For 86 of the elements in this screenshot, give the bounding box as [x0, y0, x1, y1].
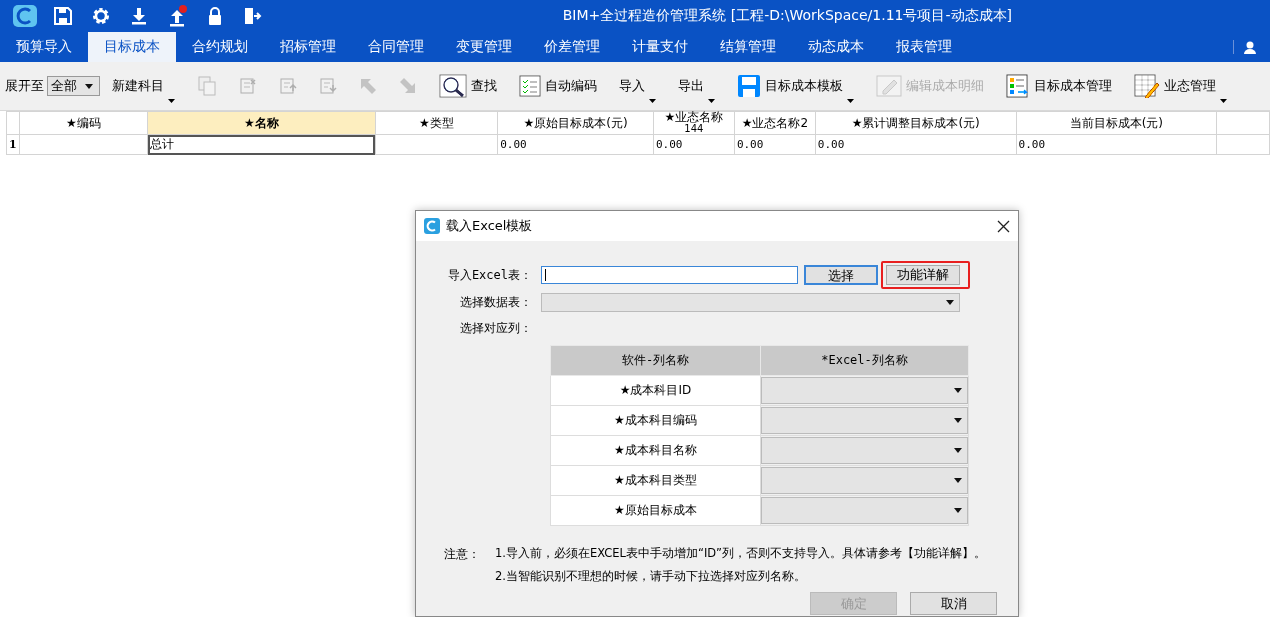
- copy-icon: [197, 76, 217, 96]
- app-logo-icon: [424, 218, 440, 234]
- expand-level-dropdown[interactable]: 全部: [47, 76, 100, 96]
- checklist-icon[interactable]: [519, 75, 541, 97]
- toolbar-button[interactable]: 目标成本管理: [1006, 73, 1112, 99]
- move-up-row-icon: [279, 77, 297, 95]
- save-icon[interactable]: [54, 7, 72, 25]
- settings-icon[interactable]: [91, 6, 111, 26]
- field-label: 导入Excel表：: [446, 266, 533, 284]
- field-label: 选择对应列：: [459, 320, 533, 337]
- move-down-row-icon: [319, 77, 337, 95]
- column-header[interactable]: ★名称: [147, 111, 375, 135]
- exit-icon[interactable]: [243, 7, 263, 25]
- search-icon[interactable]: [439, 74, 467, 98]
- toolbar-button[interactable]: 查找: [439, 73, 497, 99]
- toolbar-button[interactable]: 导入: [619, 73, 656, 99]
- table-cell: 0.00: [653, 134, 735, 155]
- column-header[interactable]: ★类型: [375, 111, 498, 135]
- table-cell: 0.00: [815, 134, 1017, 155]
- lock-icon[interactable]: [207, 7, 223, 25]
- table-cell: ★成本科目编码: [550, 405, 761, 436]
- user-icon[interactable]: [1244, 40, 1256, 54]
- window-title: BIM+全过程造价管理系统 [工程-D:\WorkSpace/1.11号项目-动态成本]: [562, 7, 1012, 25]
- toolbar-button[interactable]: 导出: [678, 73, 715, 99]
- file-path-field[interactable]: [541, 266, 798, 284]
- nav-tab[interactable]: 合同管理: [352, 32, 440, 62]
- row-number: 1: [6, 134, 20, 155]
- table-cell: ★成本科目类型: [550, 465, 761, 496]
- app-logo-icon: [13, 5, 37, 27]
- toolbar-button[interactable]: 业态管理: [1134, 73, 1227, 99]
- close-icon[interactable]: [997, 219, 1010, 233]
- column-header: *Excel-列名称: [760, 345, 969, 376]
- nav-tab[interactable]: 预算导入: [0, 32, 88, 62]
- download-icon[interactable]: [130, 7, 148, 25]
- note-label: 注意：: [444, 546, 480, 563]
- caret-icon: [649, 99, 656, 103]
- dropdown-arrow-icon: [954, 448, 962, 453]
- dropdown-arrow-icon: [954, 418, 962, 423]
- up-left-arrow-icon: [359, 77, 377, 95]
- nav-tab[interactable]: 招标管理: [264, 32, 352, 62]
- nav-tab[interactable]: 计量支付: [616, 32, 704, 62]
- help-button[interactable]: 功能详解: [886, 265, 960, 285]
- nav-tab[interactable]: 结算管理: [704, 32, 792, 62]
- column-header[interactable]: ★业态名称2: [734, 111, 816, 135]
- note-text: 1.导入前，必须在EXCEL表中手动增加“ID”列，否则不支持导入。具体请参考【功能详解】。: [495, 546, 986, 561]
- column-header[interactable]: 当前目标成本(元): [1016, 111, 1217, 135]
- delete-row-icon: [239, 77, 257, 95]
- dropdown-arrow-icon: [946, 300, 954, 305]
- down-right-arrow-icon: [399, 77, 417, 95]
- nav-tab[interactable]: 价差管理: [528, 32, 616, 62]
- caret-icon: [168, 99, 175, 103]
- column-header[interactable]: ★原始目标成本(元): [497, 111, 654, 135]
- expand-to-label: 展开至: [5, 77, 44, 95]
- column-header[interactable]: ★累计调整目标成本(元): [815, 111, 1017, 135]
- table-cell: 总计: [147, 134, 375, 155]
- table-cell: ★成本科目ID: [550, 375, 761, 406]
- nav-tab[interactable]: 变更管理: [440, 32, 528, 62]
- table-cell: ★成本科目名称: [550, 435, 761, 466]
- dropdown-arrow-icon: [954, 508, 962, 513]
- column-header: 软件-列名称: [550, 345, 761, 376]
- table-cell: 0.00: [497, 134, 654, 155]
- note-text: 2.当智能识别不理想的时候，请手动下拉选择对应列名称。: [495, 569, 807, 584]
- nav-tab[interactable]: 动态成本: [792, 32, 880, 62]
- pencil-icon: [876, 75, 902, 97]
- nav-tab[interactable]: 报表管理: [880, 32, 968, 62]
- dialog-button[interactable]: 取消: [910, 592, 997, 615]
- toolbar-button[interactable]: 新建科目: [112, 73, 175, 99]
- column-header[interactable]: ★业态名称 144: [653, 111, 735, 135]
- nav-tab[interactable]: 目标成本: [88, 32, 176, 62]
- table-cell: 0.00: [734, 134, 816, 155]
- nav-tab[interactable]: 合约规划: [176, 32, 264, 62]
- column-header[interactable]: ★编码: [19, 111, 148, 135]
- table-cell: 0.00: [1016, 134, 1217, 155]
- toolbar-button[interactable]: 目标成本模板: [737, 73, 854, 99]
- toolbar-button[interactable]: 自动编码: [519, 73, 597, 99]
- caret-icon: [847, 99, 854, 103]
- caret-icon: [708, 99, 715, 103]
- dropdown-arrow-icon: [954, 388, 962, 393]
- table-cell: ★原始目标成本: [550, 495, 761, 526]
- dropdown-arrow-icon: [85, 83, 93, 89]
- choose-button[interactable]: 选择: [804, 265, 878, 285]
- dropdown-arrow-icon: [954, 478, 962, 483]
- caret-icon: [1220, 99, 1227, 103]
- dialog-title: 载入Excel模板: [446, 217, 533, 235]
- field-label: 选择数据表：: [459, 294, 533, 311]
- table-pencil-icon[interactable]: [1134, 74, 1160, 98]
